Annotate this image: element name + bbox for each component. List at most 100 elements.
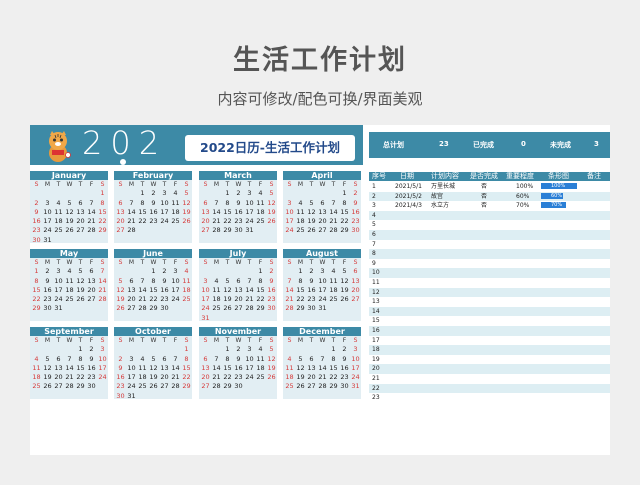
day-cell[interactable]: 13: [75, 208, 86, 217]
day-cell[interactable]: 20: [53, 373, 64, 382]
day-cell[interactable]: 13: [317, 208, 328, 217]
day-cell[interactable]: 20: [306, 373, 317, 382]
day-cell[interactable]: 27: [317, 226, 328, 235]
day-cell[interactable]: 1: [222, 189, 233, 198]
day-cell[interactable]: 1: [222, 345, 233, 354]
day-cell[interactable]: 12: [306, 208, 317, 217]
day-cell[interactable]: 12: [295, 364, 306, 373]
day-cell[interactable]: 18: [64, 286, 75, 295]
day-cell[interactable]: 22: [295, 295, 306, 304]
day-cell[interactable]: 10: [126, 364, 137, 373]
day-cell[interactable]: 4: [53, 199, 64, 208]
day-cell[interactable]: 18: [170, 208, 181, 217]
day-cell[interactable]: 27: [115, 226, 126, 235]
day-cell[interactable]: 28: [211, 382, 222, 391]
day-cell[interactable]: 13: [126, 286, 137, 295]
day-cell[interactable]: 12: [64, 208, 75, 217]
day-cell[interactable]: 30: [306, 304, 317, 313]
day-cell[interactable]: 1: [148, 267, 159, 276]
day-cell[interactable]: 30: [339, 382, 350, 391]
day-cell[interactable]: 7: [244, 277, 255, 286]
day-cell[interactable]: 20: [317, 217, 328, 226]
day-cell[interactable]: 12: [339, 277, 350, 286]
day-cell[interactable]: 27: [75, 226, 86, 235]
day-cell[interactable]: 10: [244, 355, 255, 364]
day-cell[interactable]: 9: [233, 355, 244, 364]
day-cell[interactable]: 9: [42, 277, 53, 286]
day-cell[interactable]: 3: [244, 345, 255, 354]
day-cell[interactable]: 9: [339, 355, 350, 364]
day-cell[interactable]: 12: [266, 199, 277, 208]
day-cell[interactable]: 7: [86, 199, 97, 208]
day-cell[interactable]: 28: [244, 304, 255, 313]
day-cell[interactable]: 18: [53, 217, 64, 226]
day-cell[interactable]: 4: [170, 189, 181, 198]
day-cell[interactable]: 25: [255, 217, 266, 226]
day-cell[interactable]: 20: [126, 295, 137, 304]
table-row[interactable]: 21: [369, 374, 610, 384]
day-cell[interactable]: 3: [97, 345, 108, 354]
day-cell[interactable]: 14: [137, 286, 148, 295]
day-cell[interactable]: 19: [295, 373, 306, 382]
day-cell[interactable]: 14: [64, 364, 75, 373]
day-cell[interactable]: 14: [126, 208, 137, 217]
table-row[interactable]: 9: [369, 259, 610, 269]
day-cell[interactable]: 4: [284, 355, 295, 364]
day-cell[interactable]: 30: [233, 226, 244, 235]
day-cell[interactable]: 3: [126, 355, 137, 364]
day-cell[interactable]: 20: [350, 286, 361, 295]
day-cell[interactable]: 8: [328, 355, 339, 364]
day-cell[interactable]: 13: [233, 286, 244, 295]
table-row[interactable]: 11: [369, 278, 610, 288]
day-cell[interactable]: 27: [126, 304, 137, 313]
day-cell[interactable]: 21: [244, 295, 255, 304]
day-cell[interactable]: 1: [328, 345, 339, 354]
day-cell[interactable]: 14: [211, 208, 222, 217]
day-cell[interactable]: 21: [317, 373, 328, 382]
day-cell[interactable]: 2: [339, 345, 350, 354]
table-row[interactable]: 15: [369, 316, 610, 326]
day-cell[interactable]: 28: [284, 304, 295, 313]
table-row[interactable]: 10: [369, 268, 610, 278]
day-cell[interactable]: 19: [266, 364, 277, 373]
day-cell[interactable]: 18: [255, 364, 266, 373]
day-cell[interactable]: 27: [53, 382, 64, 391]
day-cell[interactable]: 10: [317, 277, 328, 286]
day-cell[interactable]: 5: [75, 267, 86, 276]
day-cell[interactable]: 9: [350, 199, 361, 208]
day-cell[interactable]: 2: [115, 355, 126, 364]
day-cell[interactable]: 25: [255, 373, 266, 382]
day-cell[interactable]: 5: [148, 355, 159, 364]
day-cell[interactable]: 22: [328, 373, 339, 382]
day-cell[interactable]: 17: [53, 286, 64, 295]
day-cell[interactable]: 15: [75, 364, 86, 373]
day-cell[interactable]: 10: [53, 277, 64, 286]
day-cell[interactable]: 13: [200, 364, 211, 373]
day-cell[interactable]: 26: [306, 226, 317, 235]
day-cell[interactable]: 21: [211, 373, 222, 382]
day-cell[interactable]: 11: [53, 208, 64, 217]
day-cell[interactable]: 5: [181, 189, 192, 198]
day-cell[interactable]: 11: [211, 286, 222, 295]
day-cell[interactable]: 2: [159, 267, 170, 276]
day-cell[interactable]: 22: [181, 373, 192, 382]
table-row[interactable]: 20: [369, 364, 610, 374]
day-cell[interactable]: 1: [181, 345, 192, 354]
day-cell[interactable]: 5: [266, 189, 277, 198]
day-cell[interactable]: 17: [42, 217, 53, 226]
day-cell[interactable]: 30: [31, 236, 42, 245]
day-cell[interactable]: 25: [137, 382, 148, 391]
day-cell[interactable]: 8: [31, 277, 42, 286]
day-cell[interactable]: 15: [148, 286, 159, 295]
day-cell[interactable]: 16: [306, 286, 317, 295]
day-cell[interactable]: 5: [42, 355, 53, 364]
day-cell[interactable]: 22: [97, 217, 108, 226]
day-cell[interactable]: 31: [53, 304, 64, 313]
day-cell[interactable]: 30: [115, 392, 126, 401]
day-cell[interactable]: 29: [75, 382, 86, 391]
day-cell[interactable]: 25: [64, 295, 75, 304]
day-cell[interactable]: 18: [284, 373, 295, 382]
day-cell[interactable]: 28: [317, 382, 328, 391]
day-cell[interactable]: 4: [328, 267, 339, 276]
day-cell[interactable]: 21: [328, 217, 339, 226]
